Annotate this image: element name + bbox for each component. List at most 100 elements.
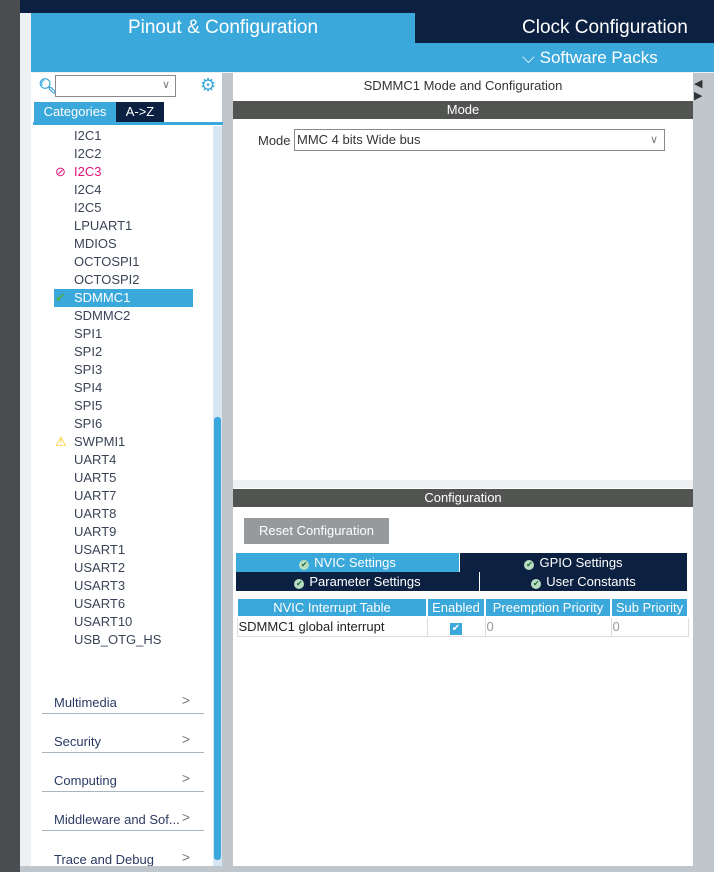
software-packs-menu[interactable]: ⌵ Software Packs xyxy=(522,45,658,71)
peripheral-label: SPI6 xyxy=(74,416,103,431)
peripheral-label: SPI2 xyxy=(74,344,103,359)
tab-user-constants[interactable]: ✔ User Constants xyxy=(480,572,687,591)
peripheral-item[interactable]: LPUART1 xyxy=(33,217,213,235)
check-circle-icon: ✔ xyxy=(55,290,66,305)
tab-nvic-settings[interactable]: ✔ NVIC Settings xyxy=(236,553,459,573)
peripheral-label: OCTOSPI1 xyxy=(74,254,140,269)
peripheral-item[interactable]: SPI2 xyxy=(33,343,213,361)
peripheral-item[interactable]: USART2 xyxy=(33,559,213,577)
peripheral-item[interactable]: UART8 xyxy=(33,505,213,523)
mode-label: Mode xyxy=(258,133,291,148)
mode-select[interactable]: MMC 4 bits Wide bus ∨ xyxy=(294,129,665,151)
category-trace-debug[interactable]: Trace and Debug > xyxy=(42,831,204,870)
category-middleware[interactable]: Middleware and Sof... > xyxy=(42,792,204,831)
peripheral-item[interactable]: USART1 xyxy=(33,541,213,559)
category-computing[interactable]: Computing > xyxy=(42,753,204,792)
peripheral-item[interactable]: SDMMC2 xyxy=(33,307,213,325)
category-multimedia[interactable]: Multimedia > xyxy=(42,675,204,714)
peripheral-label: USB_OTG_HS xyxy=(74,632,162,647)
bottom-border xyxy=(20,866,714,872)
peripheral-item[interactable]: SPI3 xyxy=(33,361,213,379)
peripheral-item[interactable]: ✔ SDMMC1 xyxy=(54,289,193,307)
peripheral-label: USART3 xyxy=(74,578,126,593)
panel-splitter[interactable] xyxy=(222,73,233,872)
peripheral-label: SPI3 xyxy=(74,362,103,377)
peripheral-label: UART5 xyxy=(74,470,117,485)
chevron-down-icon[interactable]: ∨ xyxy=(162,78,170,91)
category-security[interactable]: Security > xyxy=(42,714,204,753)
peripheral-item[interactable]: USART6 xyxy=(33,595,213,613)
peripheral-item[interactable]: I2C5 xyxy=(33,199,213,217)
column-header: Enabled xyxy=(426,597,486,618)
peripheral-label: UART4 xyxy=(74,452,117,467)
chevron-right-icon: > xyxy=(181,731,190,747)
tab-label: User Constants xyxy=(546,574,636,589)
peripheral-item[interactable]: UART9 xyxy=(33,523,213,541)
tab-clock-configuration[interactable]: Clock Configuration xyxy=(415,13,714,43)
collapse-strip: ◀ ▶ xyxy=(693,73,714,872)
scrollbar-thumb[interactable] xyxy=(214,417,221,860)
tab-parameter-settings[interactable]: ✔ Parameter Settings xyxy=(236,572,479,591)
tab-pinout-configuration[interactable]: Pinout & Configuration xyxy=(31,13,415,43)
check-circle-icon: ✔ xyxy=(294,579,305,589)
peripheral-item[interactable]: MDIOS xyxy=(33,235,213,253)
chevron-down-icon: ⌵ xyxy=(522,48,535,67)
peripheral-item[interactable]: SPI6 xyxy=(33,415,213,433)
peripheral-item[interactable]: SPI1 xyxy=(33,325,213,343)
tab-a-z[interactable]: A->Z xyxy=(116,102,164,122)
gear-icon[interactable]: ⚙ xyxy=(200,75,216,96)
peripheral-label: SPI4 xyxy=(74,380,103,395)
peripheral-item[interactable]: I2C1 xyxy=(33,127,213,145)
peripheral-list: I2C1 I2C2 ⊘ I2C3 I2C4 I2C5 LPUART1 MDIOS OCTOSPI… xyxy=(33,127,213,649)
peripheral-item[interactable]: I2C2 xyxy=(33,145,213,163)
peripheral-label: USART2 xyxy=(74,560,126,575)
window-title-bar xyxy=(20,0,714,13)
category-label: Multimedia xyxy=(54,695,117,710)
peripheral-label: UART9 xyxy=(74,524,117,539)
peripheral-label: LPUART1 xyxy=(74,218,133,233)
peripheral-label: I2C2 xyxy=(74,146,102,161)
search-input[interactable]: ∨ xyxy=(55,75,176,97)
check-circle-icon: ✔ xyxy=(299,560,310,570)
tab-categories[interactable]: Categories xyxy=(34,102,116,122)
peripheral-label: SDMMC2 xyxy=(74,308,131,323)
column-header: Preemption Priority xyxy=(484,597,612,618)
tab-label: GPIO Settings xyxy=(539,555,623,570)
nvic-table: NVIC Interrupt Table Enabled Preemption … xyxy=(236,597,689,637)
category-label: Middleware and Sof... xyxy=(54,812,180,827)
column-header: Sub Priority xyxy=(610,597,689,618)
sub-priority[interactable]: 0 xyxy=(610,616,689,637)
chevron-down-icon: ∨ xyxy=(649,134,658,146)
mode-value: MMC 4 bits Wide bus xyxy=(297,132,421,147)
peripheral-label: I2C3 xyxy=(74,164,102,179)
check-circle-icon: ✔ xyxy=(531,579,542,589)
peripheral-label: SPI1 xyxy=(74,326,103,341)
peripheral-item[interactable]: UART7 xyxy=(33,487,213,505)
reset-configuration-button[interactable]: Reset Configuration xyxy=(244,518,389,544)
peripheral-item[interactable]: I2C4 xyxy=(33,181,213,199)
peripheral-item[interactable]: OCTOSPI1 xyxy=(33,253,213,271)
configuration-header: Configuration xyxy=(233,489,693,507)
table-row[interactable]: SDMMC1 global interrupt ✔ 0 0 xyxy=(236,616,689,637)
chevron-right-icon: > xyxy=(181,849,190,865)
configuration-panel xyxy=(233,488,693,866)
tab-gpio-settings[interactable]: ✔ GPIO Settings xyxy=(460,553,687,572)
preemption-priority[interactable]: 0 xyxy=(484,616,612,637)
peripheral-item[interactable]: UART4 xyxy=(33,451,213,469)
category-label: Computing xyxy=(54,773,117,788)
peripheral-item[interactable]: ⚠ SWPMI1 xyxy=(33,433,213,451)
peripheral-item[interactable]: OCTOSPI2 xyxy=(33,271,213,289)
peripheral-label: SWPMI1 xyxy=(74,434,126,449)
enabled-checkbox[interactable]: ✔ xyxy=(450,622,462,635)
peripheral-item[interactable]: USB_OTG_HS xyxy=(33,631,213,649)
arrow-right-icon[interactable]: ▶ xyxy=(694,89,702,102)
peripheral-label: SPI5 xyxy=(74,398,103,413)
peripheral-item[interactable]: USART3 xyxy=(33,577,213,595)
peripheral-item[interactable]: UART5 xyxy=(33,469,213,487)
peripheral-item[interactable]: SPI5 xyxy=(33,397,213,415)
peripheral-label: I2C1 xyxy=(74,128,102,143)
peripheral-item[interactable]: USART10 xyxy=(33,613,213,631)
peripheral-item[interactable]: ⊘ I2C3 xyxy=(33,163,213,181)
peripheral-label: UART8 xyxy=(74,506,117,521)
peripheral-item[interactable]: SPI4 xyxy=(33,379,213,397)
